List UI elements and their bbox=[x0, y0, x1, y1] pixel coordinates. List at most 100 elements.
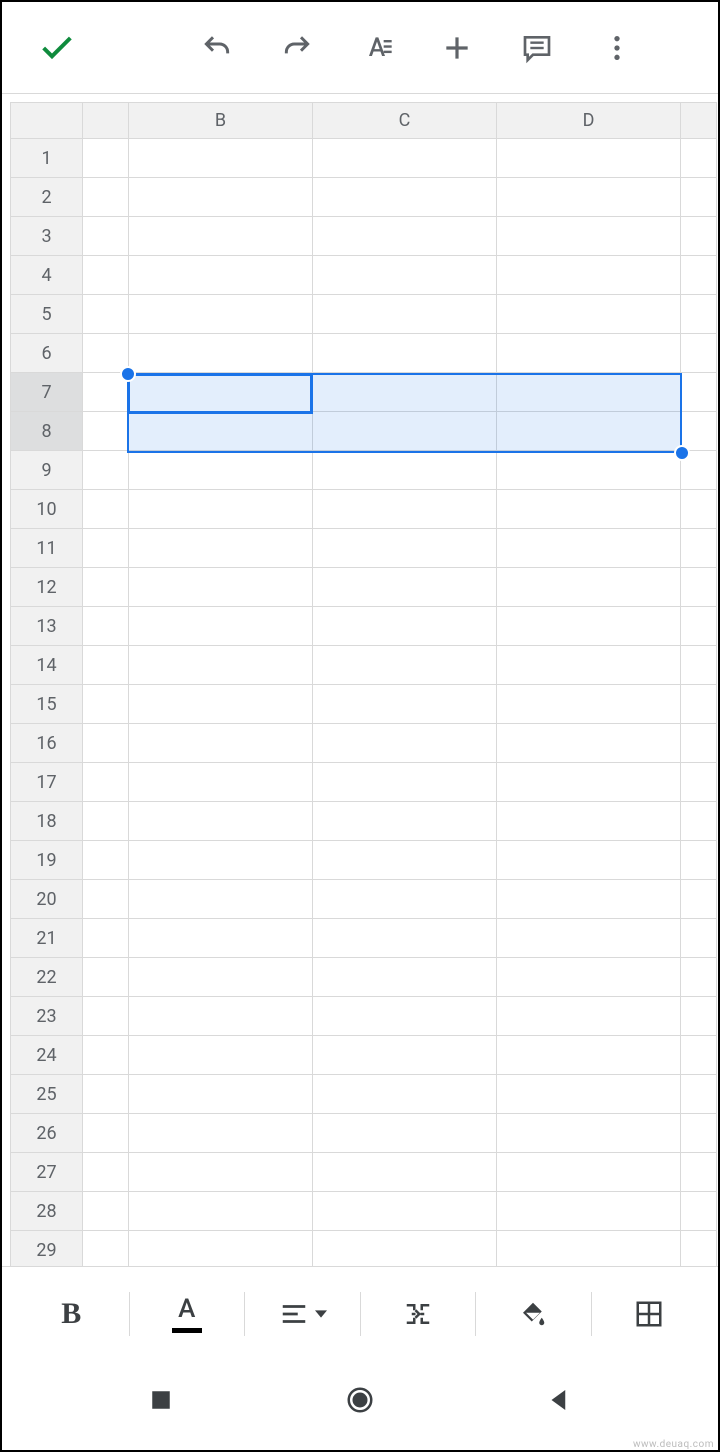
cell[interactable] bbox=[497, 529, 681, 568]
row-header[interactable]: 28 bbox=[11, 1192, 83, 1231]
cell[interactable] bbox=[313, 295, 497, 334]
cell[interactable] bbox=[681, 178, 717, 217]
column-header-e-partial[interactable] bbox=[681, 103, 717, 139]
merge-button[interactable] bbox=[361, 1284, 476, 1344]
cell[interactable] bbox=[497, 763, 681, 802]
cell[interactable] bbox=[681, 919, 717, 958]
cell[interactable] bbox=[497, 490, 681, 529]
insert-button[interactable] bbox=[417, 8, 497, 88]
cell[interactable] bbox=[313, 724, 497, 763]
cell[interactable] bbox=[129, 412, 313, 451]
row-header[interactable]: 5 bbox=[11, 295, 83, 334]
cell[interactable] bbox=[681, 841, 717, 880]
cell[interactable] bbox=[83, 685, 129, 724]
cell[interactable] bbox=[83, 412, 129, 451]
cell[interactable] bbox=[681, 1231, 717, 1267]
comment-button[interactable] bbox=[497, 8, 577, 88]
cell[interactable] bbox=[681, 373, 717, 412]
row-header[interactable]: 2 bbox=[11, 178, 83, 217]
fill-color-button[interactable] bbox=[476, 1284, 591, 1344]
row-header[interactable]: 23 bbox=[11, 997, 83, 1036]
bold-button[interactable]: B bbox=[14, 1284, 129, 1344]
cell[interactable] bbox=[83, 334, 129, 373]
cell[interactable] bbox=[83, 763, 129, 802]
cell[interactable] bbox=[681, 490, 717, 529]
cell[interactable] bbox=[83, 607, 129, 646]
row-header[interactable]: 11 bbox=[11, 529, 83, 568]
cell[interactable] bbox=[313, 997, 497, 1036]
cell[interactable] bbox=[313, 841, 497, 880]
cell[interactable] bbox=[681, 1114, 717, 1153]
cell[interactable] bbox=[129, 880, 313, 919]
cell[interactable] bbox=[129, 997, 313, 1036]
row-header[interactable]: 8 bbox=[11, 412, 83, 451]
cell[interactable] bbox=[129, 373, 313, 412]
cell[interactable] bbox=[83, 295, 129, 334]
cell[interactable] bbox=[497, 1192, 681, 1231]
cell[interactable] bbox=[129, 568, 313, 607]
cell[interactable] bbox=[83, 451, 129, 490]
cell[interactable] bbox=[129, 178, 313, 217]
cell[interactable] bbox=[681, 763, 717, 802]
cell[interactable] bbox=[497, 256, 681, 295]
cell[interactable] bbox=[497, 958, 681, 997]
row-header[interactable]: 26 bbox=[11, 1114, 83, 1153]
cell[interactable] bbox=[681, 802, 717, 841]
cell[interactable] bbox=[83, 646, 129, 685]
nav-home-button[interactable] bbox=[340, 1380, 380, 1420]
column-header-c[interactable]: C bbox=[313, 103, 497, 139]
cell[interactable] bbox=[313, 529, 497, 568]
cell[interactable] bbox=[313, 607, 497, 646]
cell[interactable] bbox=[129, 841, 313, 880]
cell[interactable] bbox=[497, 178, 681, 217]
cell[interactable] bbox=[313, 568, 497, 607]
row-header[interactable]: 19 bbox=[11, 841, 83, 880]
cell[interactable] bbox=[313, 139, 497, 178]
cell[interactable] bbox=[313, 178, 497, 217]
cell[interactable] bbox=[497, 1036, 681, 1075]
selection-handle-bottom-right[interactable] bbox=[674, 445, 690, 461]
accept-button[interactable] bbox=[17, 8, 97, 88]
cell[interactable] bbox=[681, 412, 717, 451]
row-header[interactable]: 6 bbox=[11, 334, 83, 373]
row-header[interactable]: 22 bbox=[11, 958, 83, 997]
cell[interactable] bbox=[681, 256, 717, 295]
cell[interactable] bbox=[83, 1231, 129, 1267]
cell[interactable] bbox=[497, 646, 681, 685]
cell[interactable] bbox=[497, 451, 681, 490]
cell[interactable] bbox=[129, 919, 313, 958]
cell[interactable] bbox=[313, 217, 497, 256]
row-header[interactable]: 17 bbox=[11, 763, 83, 802]
row-header[interactable]: 10 bbox=[11, 490, 83, 529]
cell[interactable] bbox=[497, 724, 681, 763]
cell[interactable] bbox=[313, 334, 497, 373]
cell[interactable] bbox=[83, 178, 129, 217]
row-header[interactable]: 12 bbox=[11, 568, 83, 607]
row-header[interactable]: 24 bbox=[11, 1036, 83, 1075]
cell[interactable] bbox=[497, 373, 681, 412]
cell[interactable] bbox=[129, 958, 313, 997]
cell[interactable] bbox=[313, 763, 497, 802]
cell[interactable] bbox=[313, 490, 497, 529]
spreadsheet-grid[interactable]: B C D 1234567891011121314151617181920212… bbox=[10, 102, 710, 1266]
cell[interactable] bbox=[313, 685, 497, 724]
cell[interactable] bbox=[83, 997, 129, 1036]
cell[interactable] bbox=[83, 724, 129, 763]
cell[interactable] bbox=[497, 139, 681, 178]
cell[interactable] bbox=[83, 841, 129, 880]
column-header-a-partial[interactable] bbox=[83, 103, 129, 139]
cell[interactable] bbox=[497, 412, 681, 451]
cell[interactable] bbox=[313, 802, 497, 841]
cell[interactable] bbox=[129, 1036, 313, 1075]
cell[interactable] bbox=[497, 217, 681, 256]
cell[interactable] bbox=[83, 1114, 129, 1153]
cell[interactable] bbox=[83, 919, 129, 958]
row-header[interactable]: 7 bbox=[11, 373, 83, 412]
row-header[interactable]: 25 bbox=[11, 1075, 83, 1114]
cell[interactable] bbox=[681, 1153, 717, 1192]
cell[interactable] bbox=[313, 451, 497, 490]
cell[interactable] bbox=[681, 997, 717, 1036]
cell[interactable] bbox=[681, 958, 717, 997]
nav-back-button[interactable] bbox=[539, 1380, 579, 1420]
cell[interactable] bbox=[497, 997, 681, 1036]
